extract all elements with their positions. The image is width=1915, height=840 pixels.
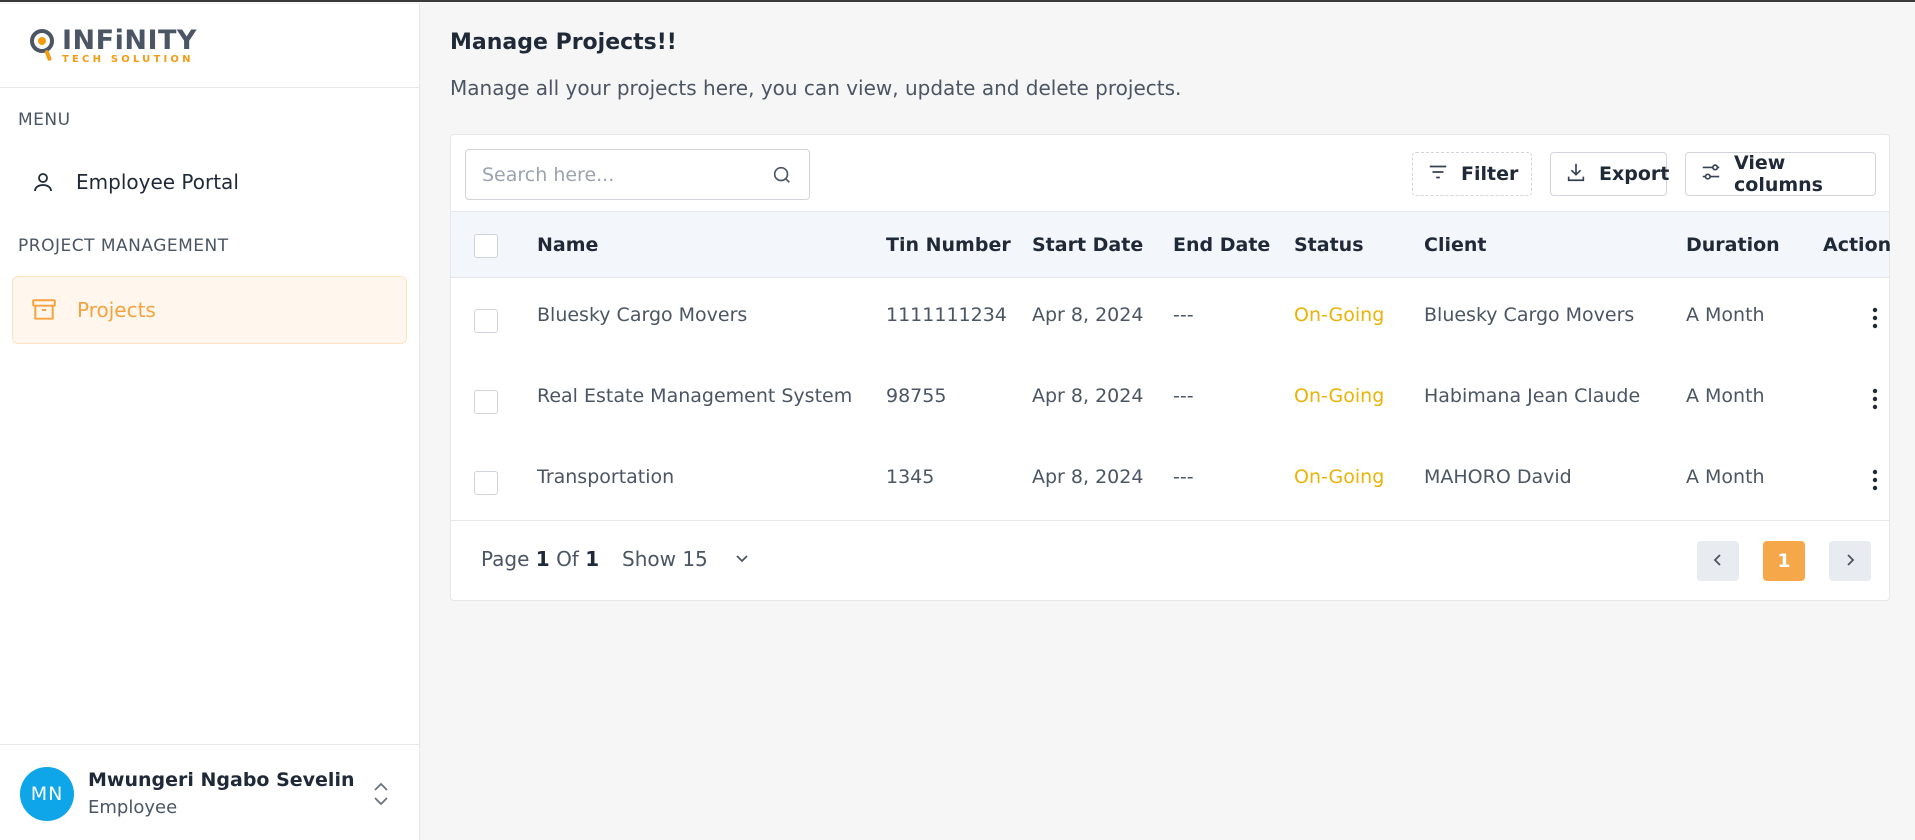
filter-button[interactable]: Filter	[1412, 152, 1532, 196]
export-label: Export	[1599, 163, 1670, 185]
table-row[interactable]: Bluesky Cargo Movers 1111111234 Apr 8, 2…	[451, 278, 1889, 359]
logo-area: INFiNITY TECH SOLUTION	[0, 4, 419, 88]
project-management-section-label: PROJECT MANAGEMENT	[18, 236, 229, 256]
filter-icon	[1427, 161, 1449, 188]
view-columns-label: View columns	[1734, 152, 1823, 196]
column-header-end-date[interactable]: End Date	[1173, 234, 1270, 256]
page-subtitle: Manage all your projects here, you can v…	[450, 76, 1182, 100]
cell-start-date: Apr 8, 2024	[1032, 304, 1144, 326]
avatar: MN	[20, 766, 74, 821]
cell-name: Bluesky Cargo Movers	[537, 304, 748, 326]
page-size-label: Show 15	[622, 547, 708, 571]
column-header-action: Action	[1823, 234, 1892, 256]
sidebar-item-projects[interactable]: Projects	[12, 276, 407, 344]
table-toolbar: Filter Export View columns	[451, 135, 1889, 213]
more-vertical-icon[interactable]	[1871, 468, 1879, 496]
table-header: Name Tin Number Start Date End Date Stat…	[451, 211, 1892, 278]
brand-subtitle: TECH SOLUTION	[62, 53, 194, 65]
of-word: Of	[556, 547, 579, 571]
cell-duration: A Month	[1686, 385, 1765, 407]
brand-title: INFiNITY	[62, 24, 197, 56]
column-header-start-date[interactable]: Start Date	[1032, 234, 1143, 256]
column-header-duration[interactable]: Duration	[1686, 234, 1780, 256]
cell-start-date: Apr 8, 2024	[1032, 466, 1144, 488]
sidebar-item-label: Projects	[77, 298, 156, 322]
row-checkbox[interactable]	[474, 390, 498, 414]
column-header-name[interactable]: Name	[537, 234, 598, 256]
archive-icon	[31, 297, 57, 323]
user-name: Mwungeri Ngabo Sevelin	[88, 769, 355, 791]
logo-mark-icon	[30, 28, 54, 61]
projects-table-card: Filter Export View columns	[450, 134, 1892, 601]
cell-end-date: ---	[1173, 466, 1194, 488]
cell-client: Bluesky Cargo Movers	[1424, 304, 1635, 326]
cell-end-date: ---	[1173, 385, 1194, 407]
cell-client: MAHORO David	[1424, 466, 1572, 488]
previous-page-button[interactable]	[1697, 541, 1739, 581]
chevron-right-icon	[1844, 550, 1856, 572]
chevron-down-icon	[734, 547, 750, 571]
cell-start-date: Apr 8, 2024	[1032, 385, 1144, 407]
more-vertical-icon[interactable]	[1871, 306, 1879, 334]
user-icon	[30, 169, 56, 195]
column-header-tin[interactable]: Tin Number	[886, 234, 1011, 256]
page-indicator: Page 1 Of 1	[481, 547, 599, 571]
menu-section-label: MENU	[18, 110, 71, 130]
filter-label: Filter	[1461, 163, 1519, 185]
cell-name: Transportation	[537, 466, 675, 488]
cell-tin: 1345	[886, 466, 935, 488]
sidebar-item-employee-portal[interactable]: Employee Portal	[12, 148, 407, 216]
status-badge: On-Going	[1294, 304, 1385, 326]
sliders-icon	[1700, 161, 1722, 188]
page-button-1[interactable]: 1	[1763, 541, 1805, 581]
page-title: Manage Projects!!	[450, 30, 677, 55]
sidebar-item-label: Employee Portal	[76, 170, 239, 194]
search-icon[interactable]	[771, 164, 793, 190]
search-box	[465, 149, 810, 200]
cell-tin: 98755	[886, 385, 947, 407]
view-columns-button[interactable]: View columns	[1685, 152, 1876, 196]
cell-name: Real Estate Management System	[537, 385, 853, 407]
chevron-left-icon	[1712, 550, 1724, 572]
more-vertical-icon[interactable]	[1871, 387, 1879, 415]
current-page-number: 1	[535, 547, 550, 571]
user-role: Employee	[88, 797, 178, 818]
select-all-checkbox[interactable]	[474, 234, 498, 258]
column-header-client[interactable]: Client	[1424, 234, 1486, 256]
cell-duration: A Month	[1686, 304, 1765, 326]
sidebar: INFiNITY TECH SOLUTION MENU Employee Por…	[0, 4, 420, 840]
cell-end-date: ---	[1173, 304, 1194, 326]
cell-duration: A Month	[1686, 466, 1765, 488]
table-footer: Page 1 Of 1 Show 15 1	[451, 520, 1889, 600]
status-badge: On-Going	[1294, 385, 1385, 407]
row-checkbox[interactable]	[474, 309, 498, 333]
row-checkbox[interactable]	[474, 471, 498, 495]
search-input[interactable]	[482, 163, 762, 186]
brand-logo[interactable]: INFiNITY TECH SOLUTION	[28, 27, 197, 65]
download-icon	[1565, 161, 1587, 188]
chevron-up-down-icon[interactable]	[372, 781, 390, 811]
column-header-status[interactable]: Status	[1294, 234, 1364, 256]
table-row[interactable]: Transportation 1345 Apr 8, 2024 --- On-G…	[451, 440, 1889, 521]
cell-tin: 1111111234	[886, 304, 1007, 326]
table-row[interactable]: Real Estate Management System 98755 Apr …	[451, 359, 1889, 440]
next-page-button[interactable]	[1829, 541, 1871, 581]
status-badge: On-Going	[1294, 466, 1385, 488]
page-size-select[interactable]: Show 15	[622, 547, 750, 571]
cell-client: Habimana Jean Claude	[1424, 385, 1641, 407]
export-button[interactable]: Export	[1550, 152, 1670, 196]
total-pages-number: 1	[585, 547, 600, 571]
page-word: Page	[481, 547, 530, 571]
user-profile[interactable]: MN Mwungeri Ngabo Sevelin Employee	[0, 744, 420, 840]
